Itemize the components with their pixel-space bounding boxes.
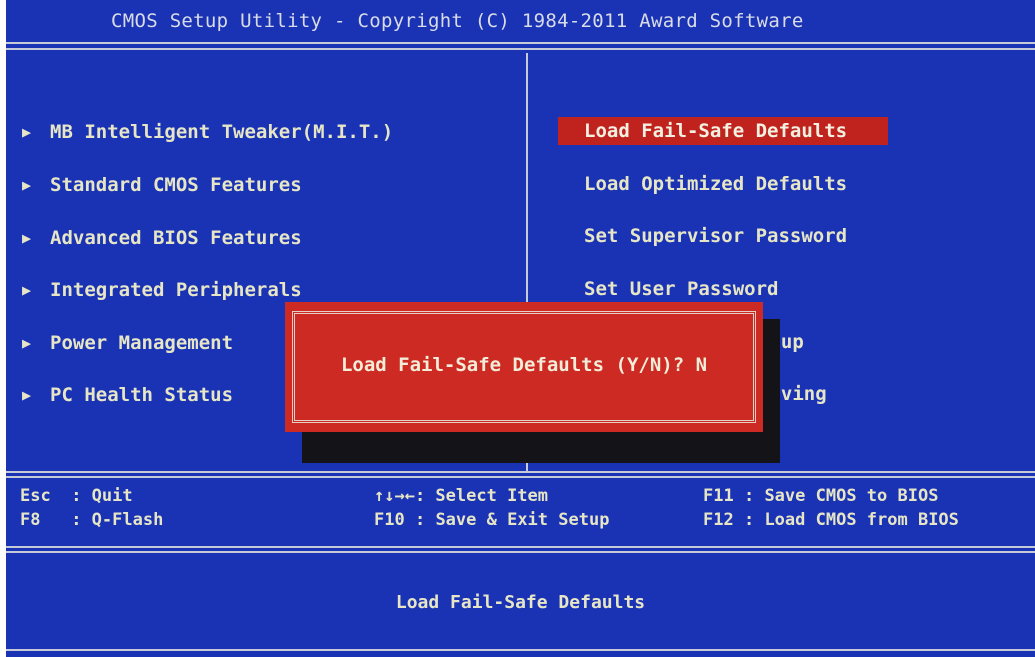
menu-item-label: Load Optimized Defaults — [584, 173, 848, 195]
menu-item-pc-health[interactable]: ▶ PC Health Status — [22, 380, 233, 410]
menu-item-label: Set Supervisor Password — [584, 225, 848, 247]
help-f12-action: : Load CMOS from BIOS — [743, 510, 959, 530]
submenu-arrow-icon: ▶ — [22, 229, 32, 247]
divider-help-top-inner — [6, 476, 1035, 478]
menu-item-load-fail-safe[interactable]: Load Fail-Safe Defaults — [558, 117, 888, 145]
help-esc: Esc : Quit — [20, 486, 133, 506]
dialog-prompt[interactable]: Load Fail-Safe Defaults (Y/N)? N — [285, 354, 763, 376]
menu-item-mit[interactable]: ▶ MB Intelligent Tweaker(M.I.T.) — [22, 117, 393, 147]
help-f8-action: : Q-Flash — [71, 510, 164, 530]
key-f8: F8 — [20, 510, 41, 530]
menu-item-advanced-bios[interactable]: ▶ Advanced BIOS Features — [22, 223, 302, 253]
menu-item-set-user-password[interactable]: Set User Password — [584, 275, 778, 303]
divider-top-inner — [6, 48, 1035, 50]
menu-item-label: Load Fail-Safe Defaults — [584, 120, 848, 142]
submenu-arrow-icon: ▶ — [22, 386, 32, 404]
help-f11: F11 : Save CMOS to BIOS — [703, 486, 938, 506]
submenu-arrow-icon: ▶ — [22, 176, 32, 194]
menu-item-label: Advanced BIOS Features — [50, 227, 302, 249]
menu-item-standard-cmos[interactable]: ▶ Standard CMOS Features — [22, 170, 302, 200]
arrow-keys-icon: ↑↓→← — [374, 486, 415, 506]
menu-item-load-optimized[interactable]: Load Optimized Defaults — [584, 170, 847, 198]
menu-item-label: Set User Password — [584, 278, 779, 300]
menu-item-label: Integrated Peripherals — [50, 279, 302, 301]
menu-item-label: Standard CMOS Features — [50, 174, 302, 196]
help-f8: F8 : Q-Flash — [20, 510, 163, 530]
divider-bottom — [6, 649, 1035, 651]
menu-item-set-supervisor-password[interactable]: Set Supervisor Password — [584, 222, 847, 250]
help-nav-action: : Select Item — [414, 486, 549, 506]
status-description: Load Fail-Safe Defaults — [395, 592, 646, 613]
help-f12: F12 : Load CMOS from BIOS — [703, 510, 959, 530]
help-f11-action: : Save CMOS to BIOS — [743, 486, 939, 506]
key-f11: F11 — [703, 486, 734, 506]
bios-screen: CMOS Setup Utility - Copyright (C) 1984-… — [6, 0, 1035, 657]
key-f12: F12 — [703, 510, 734, 530]
key-f10: F10 — [374, 510, 405, 530]
help-esc-action: : Quit — [71, 486, 133, 506]
menu-item-power-management[interactable]: ▶ Power Management — [22, 328, 233, 358]
help-f10: F10 : Save & Exit Setup — [374, 510, 609, 530]
divider-help-top — [6, 471, 1035, 473]
menu-item-label: MB Intelligent Tweaker(M.I.T.) — [50, 121, 394, 143]
menu-item-integrated-peripherals[interactable]: ▶ Integrated Peripherals — [22, 275, 302, 305]
divider-footer-top-inner — [6, 551, 1035, 553]
submenu-arrow-icon: ▶ — [22, 281, 32, 299]
submenu-arrow-icon: ▶ — [22, 123, 32, 141]
confirm-dialog[interactable]: Load Fail-Safe Defaults (Y/N)? N — [285, 302, 763, 432]
help-f10-action: : Save & Exit Setup — [414, 510, 610, 530]
help-nav: ↑↓→←: Select Item — [374, 486, 548, 506]
menu-item-label: Power Management — [50, 332, 234, 354]
key-esc: Esc — [20, 486, 51, 506]
divider-top — [6, 42, 1035, 44]
title-bar: CMOS Setup Utility - Copyright (C) 1984-… — [111, 10, 804, 32]
submenu-arrow-icon: ▶ — [22, 334, 32, 352]
menu-item-label: PC Health Status — [50, 384, 234, 406]
divider-footer-top — [6, 546, 1035, 548]
